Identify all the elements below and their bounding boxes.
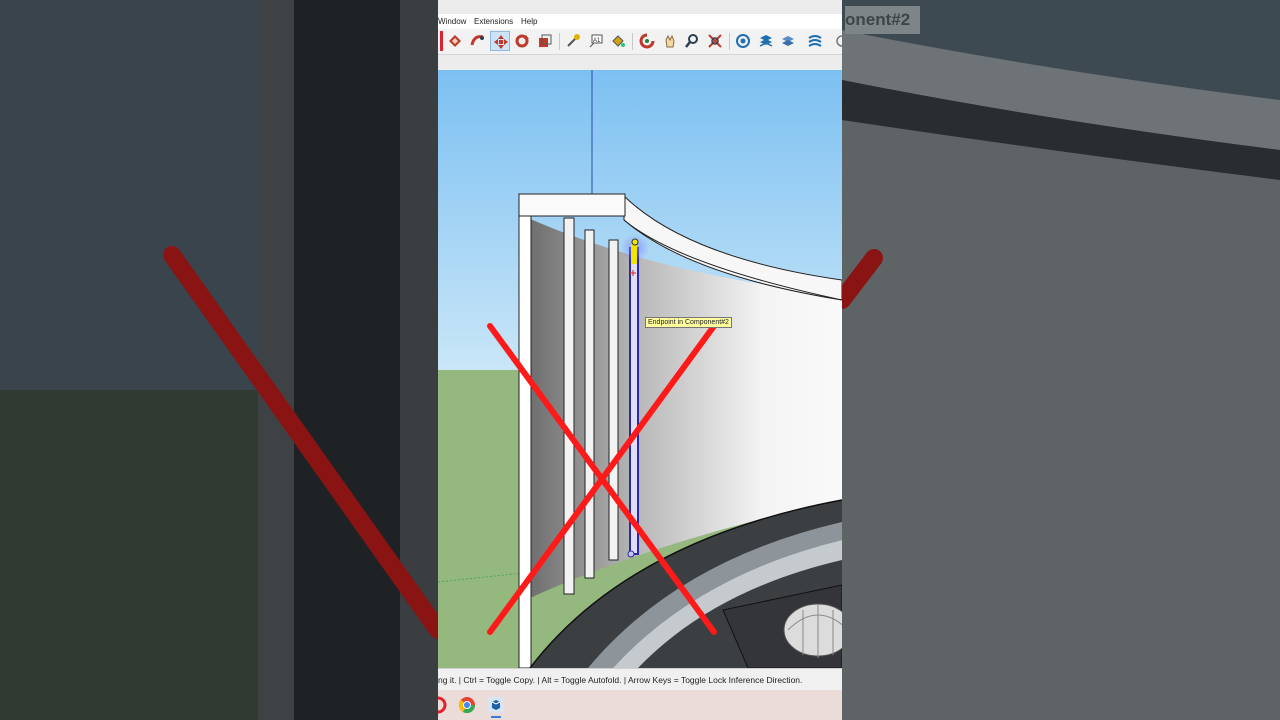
move-cursor-marker	[631, 244, 637, 264]
menu-window[interactable]: Window	[438, 17, 466, 26]
extension-warehouse-icon[interactable]	[756, 31, 776, 51]
menu-bar: Window Extensions Help	[438, 14, 842, 29]
slat-1	[563, 217, 575, 595]
status-bar: ng it. | Ctrl = Toggle Copy. | Alt = Tog…	[438, 668, 842, 691]
svg-text:A1: A1	[593, 38, 601, 44]
pan-icon[interactable]	[660, 31, 680, 51]
orbit-icon[interactable]	[637, 31, 657, 51]
toolbar-edge-marker	[440, 31, 443, 51]
endpoint-marker	[631, 238, 639, 246]
slat-3	[608, 239, 619, 561]
pushpull-icon[interactable]	[445, 31, 465, 51]
zoom-icon[interactable]	[682, 31, 702, 51]
paint-bucket-icon[interactable]	[608, 31, 628, 51]
move-icon[interactable]	[490, 31, 510, 51]
status-hint: ng it. | Ctrl = Toggle Copy. | Alt = Tog…	[438, 675, 803, 685]
selected-slat[interactable]	[629, 247, 639, 555]
sketchup-icon[interactable]	[486, 695, 506, 715]
base-endpoint-marker	[627, 550, 635, 558]
wall-cap	[518, 193, 626, 217]
toolbar-separator	[559, 33, 560, 50]
toolbar-separator	[632, 33, 633, 50]
model-scene[interactable]	[438, 70, 842, 668]
followme-icon[interactable]	[468, 31, 488, 51]
background-right-blur	[842, 0, 1280, 720]
scale-icon[interactable]	[535, 31, 555, 51]
layers-icon[interactable]	[778, 31, 798, 51]
active-app-indicator	[491, 716, 501, 718]
chrome-icon[interactable]	[457, 695, 477, 715]
sandbox-icon[interactable]	[805, 31, 825, 51]
opera-icon[interactable]	[438, 695, 448, 715]
warehouse-icon[interactable]	[733, 31, 753, 51]
modeling-viewport[interactable]: Endpoint in Component#2	[438, 70, 842, 668]
background-ghost-label: onent#2	[845, 6, 920, 34]
rotate-icon[interactable]	[512, 31, 532, 51]
background-left-art	[0, 0, 438, 720]
menu-extensions[interactable]: Extensions	[474, 17, 513, 26]
tape-measure-icon[interactable]	[563, 31, 583, 51]
sketchup-window: Window Extensions Help A1 Endpoint in Co…	[438, 0, 842, 720]
slat-2	[584, 229, 595, 579]
windows-taskbar	[438, 690, 842, 720]
more-icon[interactable]	[830, 31, 842, 51]
zoom-extents-icon[interactable]	[705, 31, 725, 51]
toolbar-separator	[729, 33, 730, 50]
menu-help[interactable]: Help	[521, 17, 537, 26]
background-right-art	[842, 0, 1280, 720]
wall-end-post	[518, 215, 532, 668]
main-toolbar: A1	[438, 29, 842, 55]
text-icon[interactable]: A1	[586, 31, 606, 51]
inference-tooltip: Endpoint in Component#2	[645, 317, 732, 328]
background-left-blur	[0, 0, 438, 720]
